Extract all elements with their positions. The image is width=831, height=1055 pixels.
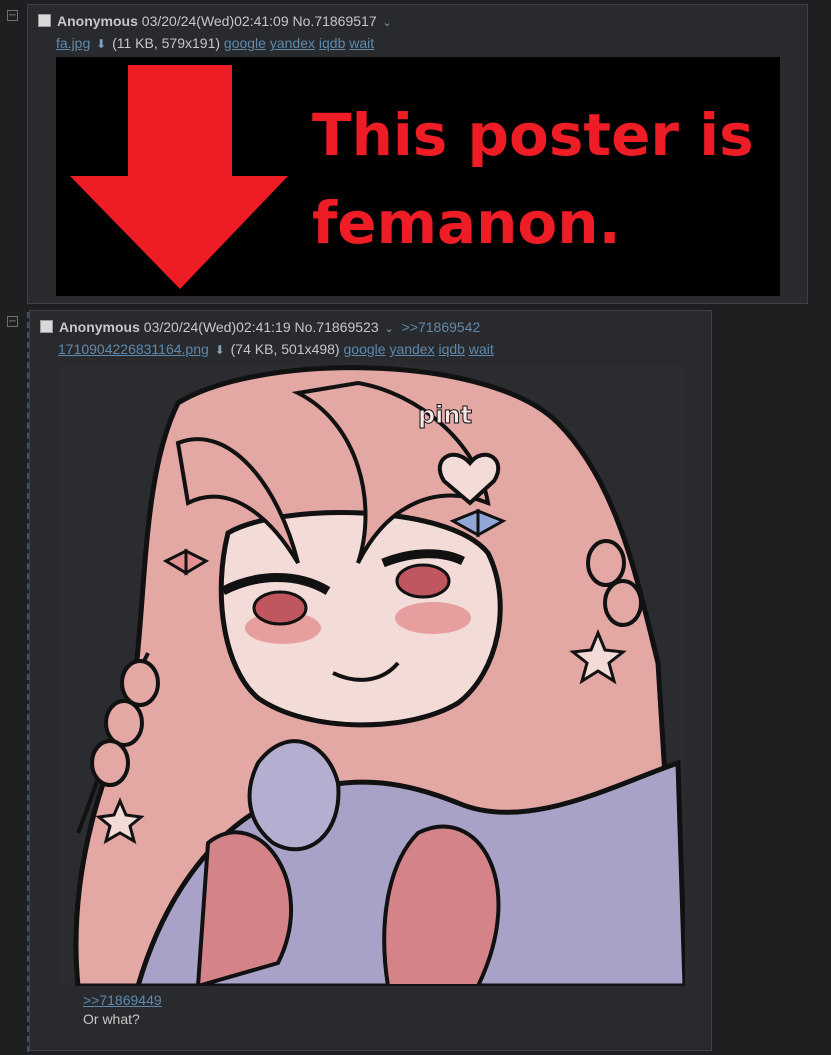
hide-post-button[interactable]: − — [7, 316, 18, 327]
file-link[interactable]: fa.jpg — [56, 35, 90, 51]
file-meta: (11 KB, 579x191) — [112, 35, 221, 51]
backlink[interactable]: >>71869542 — [402, 319, 481, 335]
post-71869517: Anonymous 03/20/24(Wed)02:41:09 No.71869… — [27, 4, 808, 304]
yandex-link[interactable]: yandex — [270, 35, 315, 51]
chevron-down-icon[interactable]: ⌄ — [383, 17, 392, 29]
minus-box-icon: − — [8, 10, 17, 21]
red-down-arrow-image: This poster is femanon. — [70, 65, 754, 289]
post-info: Anonymous 03/20/24(Wed)02:41:19 No.71869… — [40, 319, 480, 335]
post-message: >>71869449 Or what? — [83, 991, 162, 1029]
google-link[interactable]: google — [344, 341, 386, 357]
yandex-link[interactable]: yandex — [389, 341, 434, 357]
wait-link[interactable]: wait — [469, 341, 494, 357]
post-71869523: Anonymous 03/20/24(Wed)02:41:19 No.71869… — [29, 310, 712, 1051]
poster-name: Anonymous — [59, 319, 140, 335]
quote-link[interactable]: >>71869449 — [83, 991, 162, 1010]
image-text-line1: This poster is — [312, 101, 754, 169]
hairpin-text: pint — [418, 401, 472, 429]
post-image[interactable]: pint — [58, 363, 685, 986]
select-checkbox[interactable] — [38, 14, 51, 27]
iqdb-link[interactable]: iqdb — [438, 341, 464, 357]
chevron-down-icon[interactable]: ⌄ — [385, 323, 394, 335]
google-link[interactable]: google — [224, 35, 266, 51]
download-icon[interactable]: ⬇ — [96, 37, 106, 51]
anime-girl-illustration: pint — [73, 365, 685, 986]
iqdb-link[interactable]: iqdb — [319, 35, 345, 51]
message-text: Or what? — [83, 1011, 140, 1027]
poster-name: Anonymous — [57, 13, 138, 29]
file-info: 1710904226831164.png ⬇ (74 KB, 501x498) … — [58, 341, 494, 357]
hide-post-button[interactable]: − — [7, 10, 18, 21]
post-image[interactable]: This poster is femanon. — [56, 57, 780, 296]
post-number[interactable]: No.71869523 — [295, 319, 379, 335]
post-datetime: 03/20/24(Wed)02:41:09 — [141, 13, 289, 29]
minus-box-icon: − — [8, 316, 17, 327]
file-link[interactable]: 1710904226831164.png — [58, 341, 209, 357]
post-info: Anonymous 03/20/24(Wed)02:41:09 No.71869… — [38, 13, 392, 29]
post-number[interactable]: No.71869517 — [293, 13, 377, 29]
image-text-line2: femanon. — [312, 189, 621, 257]
wait-link[interactable]: wait — [349, 35, 374, 51]
post-datetime: 03/20/24(Wed)02:41:19 — [143, 319, 291, 335]
select-checkbox[interactable] — [40, 320, 53, 333]
file-info: fa.jpg ⬇ (11 KB, 579x191) google yandex … — [56, 35, 374, 51]
file-meta: (74 KB, 501x498) — [230, 341, 340, 357]
download-icon[interactable]: ⬇ — [215, 343, 225, 357]
